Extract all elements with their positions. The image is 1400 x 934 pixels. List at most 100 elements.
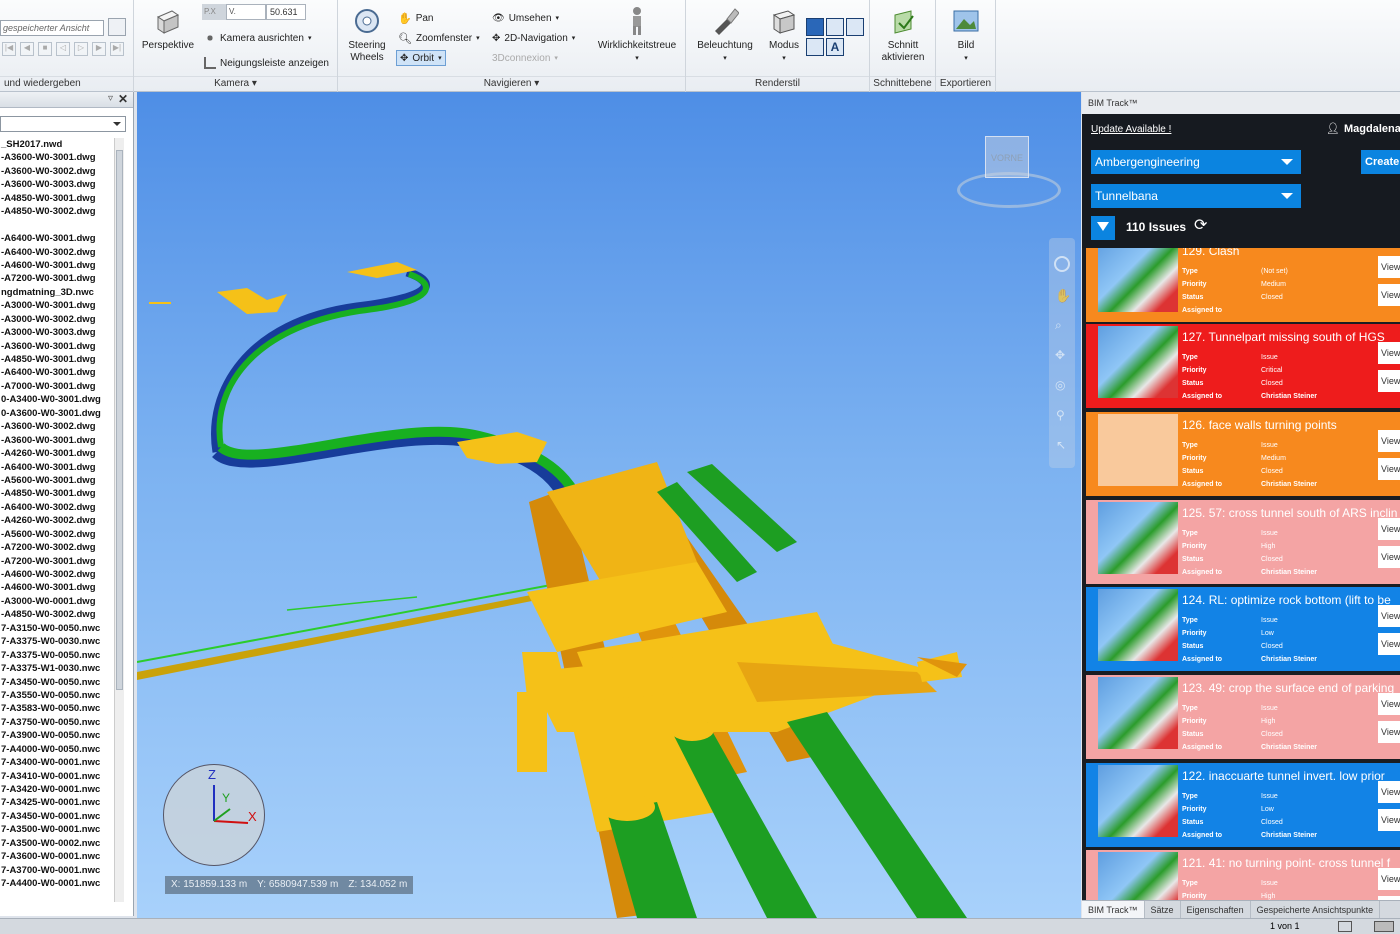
file-tree-item[interactable]: 7-A3500-W0-0001.nwc [0,823,112,836]
file-tree-item[interactable]: -A5600-W0-3001.dwg [0,474,112,487]
orbit-button[interactable]: ✥ Orbit ▾ [396,50,446,66]
file-tree-item[interactable]: -A3000-W0-3001.dwg [0,299,112,312]
refresh-icon[interactable]: ⟳ [1194,215,1207,235]
issue-view-button[interactable]: View [1378,370,1400,392]
file-tree-item[interactable]: -A3600-W0-3002.dwg [0,420,112,433]
file-tree-item[interactable]: -A7200-W0-3001.dwg [0,272,112,285]
viewcube-face[interactable]: VORNE [985,136,1029,178]
issue-card[interactable]: 129. Clash Type (Not set) Priority Medium Sta… [1086,248,1400,322]
file-tree-item[interactable]: -A4850-W0-3001.dwg [0,487,112,500]
saved-view-dropdown[interactable]: gespeicherter Ansicht [0,20,104,36]
issue-card[interactable]: 124. RL: optimize rock bottom (lift to b… [1086,587,1400,671]
file-tree-item[interactable]: -A3000-W0-0001.dwg [0,595,112,608]
issue-view-button[interactable]: View [1378,458,1400,480]
file-tree-item[interactable]: -A5600-W0-3002.dwg [0,528,112,541]
file-tree-item[interactable]: 7-A3420-W0-0001.nwc [0,783,112,796]
realism-button[interactable]: Wirklichkeitstreue ▾ [594,6,680,65]
file-tree-item[interactable]: -A6400-W0-3002.dwg [0,501,112,514]
file-tree-item[interactable]: 0-A3600-W0-3001.dwg [0,407,112,420]
issue-card[interactable]: 125. 57: cross tunnel south of ARS incli… [1086,500,1400,584]
camera-align-button[interactable]: Kamera ausrichten ▾ [204,30,311,46]
nav-pan-icon[interactable]: ✋ [1055,288,1071,304]
file-tree-item[interactable]: -A3600-W0-3001.dwg [0,434,112,447]
nav-select-icon[interactable]: ↖ [1056,438,1066,452]
viewcube[interactable]: VORNE [957,136,1061,208]
project-select[interactable]: Tunnelbana [1091,184,1301,208]
panel-tab[interactable]: Eigenschaften [1181,901,1251,918]
issue-view-button[interactable]: View [1378,342,1400,364]
file-tree-item[interactable]: -A7200-W0-3001.dwg [0,555,112,568]
file-tree-item[interactable]: 7-A3375-W0-0050.nwc [0,649,112,662]
file-tree-item[interactable]: 7-A3375-W0-0030.nwc [0,635,112,648]
file-tree-item[interactable]: -A7200-W0-3002.dwg [0,541,112,554]
file-tree-item[interactable]: -A4850-W0-3001.dwg [0,353,112,366]
file-tree-item[interactable]: -A3600-W0-3001.dwg [0,151,112,164]
file-tree-item[interactable]: 7-A3583-W0-0050.nwc [0,702,112,715]
tilt-bar-button[interactable]: Neigungsleiste anzeigen [204,55,329,71]
render-snap-icon[interactable] [806,38,824,56]
file-tree-item[interactable]: 7-A3400-W0-0001.nwc [0,756,112,769]
create-button[interactable]: Create [1361,150,1400,174]
update-link[interactable]: Update Available ! [1091,124,1171,135]
file-tree-item[interactable]: 7-A3900-W0-0050.nwc [0,729,112,742]
file-tree-item[interactable]: -A4600-W0-3002.dwg [0,568,112,581]
file-tree-item[interactable]: ngdmatning_3D.nwc [0,286,112,299]
file-tree-item[interactable]: 7-A3425-W0-0001.nwc [0,796,112,809]
sheet-icon[interactable] [1338,921,1352,932]
nav-look-icon[interactable]: ◎ [1055,378,1065,392]
issue-view-button[interactable]: View [1378,633,1400,655]
file-tree-item[interactable]: -A3600-W0-3003.dwg [0,178,112,191]
company-select[interactable]: Ambergengineering [1091,150,1301,174]
saved-view-icon[interactable] [108,18,126,36]
issue-view-button[interactable]: View [1378,284,1400,306]
file-tree-item[interactable]: -A6400-W0-3001.dwg [0,232,112,245]
nav-zoom-icon[interactable]: ⌕ [1055,318,1062,333]
field-value[interactable]: 50.631 [266,4,306,20]
nav-orbit-icon[interactable]: ✥ [1055,348,1065,362]
play-back-icon[interactable]: ◁ [56,42,70,56]
issue-card[interactable]: 127. Tunnelpart missing south of HGS Type… [1086,324,1400,408]
tree-mode-dropdown[interactable] [0,116,126,132]
user-name[interactable]: Magdalena [1344,123,1400,135]
file-tree-item[interactable]: -A4260-W0-3002.dwg [0,514,112,527]
file-tree-item[interactable]: 7-A4400-W0-0001.nwc [0,877,112,890]
file-tree-item[interactable]: -A6400-W0-3001.dwg [0,366,112,379]
playback-controls[interactable]: |◀ ◀ ■ ◁ ▷ ▶ ▶| [2,42,128,56]
nav-2d-button[interactable]: ✥ 2D-Navigation ▾ [492,30,575,46]
issue-view-button[interactable]: View [1378,605,1400,627]
file-tree-item[interactable]: -A7000-W0-3001.dwg [0,380,112,393]
panel-tab[interactable]: Gespeicherte Ansichtspunkte [1251,901,1381,918]
issue-card[interactable]: 121. 41: no turning point- cross tunnel … [1086,850,1400,905]
file-tree-item[interactable]: 7-A3410-W0-0001.nwc [0,770,112,783]
issue-view-button[interactable]: View [1378,721,1400,743]
file-tree-item[interactable]: -A3600-W0-3001.dwg [0,340,112,353]
3d-viewport[interactable]: VORNE ✋ ⌕ ✥ ◎ ⚲ ↖ Z Y X X: 151859.133 m … [137,92,1081,918]
nav-wheel-icon[interactable] [1054,256,1070,272]
field-v[interactable]: V. [226,4,266,20]
issue-card[interactable]: 122. inaccuarte tunnel invert. low prior… [1086,763,1400,847]
zoom-window-button[interactable]: 🔍︎ Zoomfenster ▾ [398,30,480,46]
file-tree-item[interactable]: 7-A3600-W0-0001.nwc [0,850,112,863]
file-tree-item[interactable]: -A3600-W0-3002.dwg [0,165,112,178]
file-tree-item[interactable]: -A3000-W0-3002.dwg [0,313,112,326]
render-line-icon[interactable] [826,18,844,36]
issue-view-button[interactable]: View [1378,781,1400,803]
issue-card[interactable]: 126. face walls turning points Type Issue P… [1086,412,1400,496]
file-tree-item[interactable]: 0-A3400-W0-3001.dwg [0,393,112,406]
image-button[interactable]: Bild ▾ [940,6,992,65]
file-tree-item[interactable]: -A4850-W0-3001.dwg [0,192,112,205]
perspective-button[interactable]: Perspektive [138,6,198,52]
file-tree-item[interactable]: -A6400-W0-3002.dwg [0,246,112,259]
render-point-icon[interactable] [846,18,864,36]
lighting-button[interactable]: Beleuchtung ▾ [690,6,760,65]
file-tree-item[interactable]: 7-A3700-W0-0001.nwc [0,864,112,877]
last-frame-icon[interactable]: ▶| [110,42,124,56]
issue-view-button[interactable]: View [1378,430,1400,452]
issue-view-button[interactable]: View [1378,809,1400,831]
turn-around-button[interactable]: 👁︎ Umsehen ▾ [492,10,559,26]
stop-icon[interactable]: ■ [38,42,52,56]
first-frame-icon[interactable]: |◀ [2,42,16,56]
file-tree-item[interactable]: 7-A3500-W0-0002.nwc [0,837,112,850]
close-icon[interactable]: ✕ [118,92,128,106]
panel-tab[interactable]: BIM Track™ [1082,901,1145,918]
